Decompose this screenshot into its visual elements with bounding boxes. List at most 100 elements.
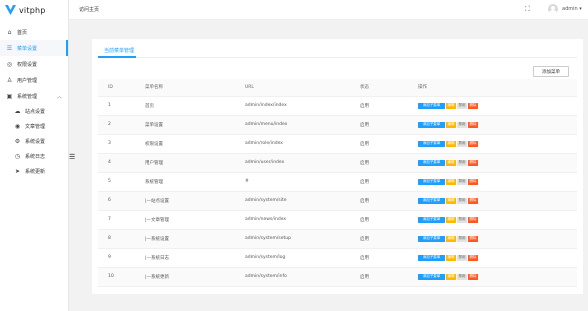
edit-button[interactable]: 编辑 — [446, 178, 456, 185]
sidebar-item-label: 系统设置 — [25, 139, 46, 145]
cell-id: 6 — [98, 191, 145, 211]
disable-button[interactable]: 禁用 — [457, 178, 467, 185]
tab-home[interactable]: 访问主页 — [79, 6, 99, 13]
disable-button[interactable]: 禁用 — [457, 121, 467, 128]
cell-actions: 添加子菜单 编辑 禁用 删除 — [418, 191, 577, 211]
cell-actions: 添加子菜单 编辑 禁用 删除 — [418, 96, 577, 116]
brand[interactable]: vitphp — [0, 0, 68, 20]
add-child-button[interactable]: 添加子菜单 — [418, 216, 445, 223]
cell-status: 启用 — [360, 172, 418, 192]
divider — [98, 57, 577, 58]
sidebar-subitem-4[interactable]: ➤ 系统更新 — [4, 164, 68, 179]
edit-button[interactable]: 编辑 — [446, 102, 456, 109]
sidebar-item-1[interactable]: ☰ 菜单设置 — [0, 40, 68, 56]
add-child-button[interactable]: 添加子菜单 — [418, 254, 445, 261]
cell-name: |—站点设置 — [145, 191, 245, 211]
edit-button[interactable]: 编辑 — [446, 121, 456, 128]
table-row: 2 菜单设置 admin/menu/index 启用 添加子菜单 编辑 禁用 删除 — [98, 115, 577, 135]
cell-url: admin/system/info — [245, 267, 360, 287]
delete-button[interactable]: 删除 — [468, 273, 478, 280]
table-row: 7 |—文章管理 admin/news/index 启用 添加子菜单 编辑 禁用 删除 — [98, 210, 577, 230]
add-child-button[interactable]: 添加子菜单 — [418, 159, 445, 166]
cell-status: 启用 — [360, 115, 418, 135]
cell-status: 启用 — [360, 153, 418, 173]
disable-button[interactable]: 禁用 — [457, 254, 467, 261]
sidebar-item-0[interactable]: ⌂ 首页 — [0, 24, 68, 40]
row-actions: 添加子菜单 编辑 禁用 删除 — [418, 197, 577, 204]
sidebar-subitem-0[interactable]: ☁ 站点设置 — [4, 104, 68, 119]
delete-button[interactable]: 删除 — [468, 235, 478, 242]
add-child-button[interactable]: 添加子菜单 — [418, 121, 445, 128]
cell-id: 2 — [98, 115, 145, 135]
sidebar-item-3[interactable]: ♙ 用户管理 — [0, 72, 68, 88]
disable-button[interactable]: 禁用 — [457, 273, 467, 280]
row-actions: 添加子菜单 编辑 禁用 删除 — [418, 254, 577, 261]
cell-id: 5 — [98, 172, 145, 192]
edit-button[interactable]: 编辑 — [446, 159, 456, 166]
add-child-button[interactable]: 添加子菜单 — [418, 102, 445, 109]
delete-button[interactable]: 删除 — [468, 216, 478, 223]
delete-button[interactable]: 删除 — [468, 197, 478, 204]
avatar[interactable] — [548, 4, 558, 14]
sidebar-subitem-1[interactable]: ◉ 文章管理 — [4, 119, 68, 134]
disable-button[interactable]: 禁用 — [457, 140, 467, 147]
cell-id: 8 — [98, 229, 145, 249]
row-actions: 添加子菜单 编辑 禁用 删除 — [418, 140, 577, 147]
cell-actions: 添加子菜单 编辑 禁用 删除 — [418, 229, 577, 249]
sidebar-subitem-3[interactable]: ◷ 系统日志 — [4, 149, 68, 164]
sidebar-item-label: 用户管理 — [17, 77, 38, 84]
add-child-button[interactable]: 添加子菜单 — [418, 140, 445, 147]
user-menu[interactable]: admin ▾ — [562, 6, 582, 12]
app-name: vitphp — [19, 5, 46, 15]
delete-button[interactable]: 删除 — [468, 121, 478, 128]
add-menu-button[interactable]: 添加菜单 — [533, 66, 569, 77]
disable-button[interactable]: 禁用 — [457, 216, 467, 223]
chevron-up-icon: ︿ — [56, 93, 62, 100]
sidebar-item-2[interactable]: ◎ 权限设置 — [0, 56, 68, 72]
cell-actions: 添加子菜单 编辑 禁用 删除 — [418, 267, 577, 287]
row-actions: 添加子菜单 编辑 禁用 删除 — [418, 159, 577, 166]
sidebar-item-label: 站点设置 — [25, 109, 46, 115]
cell-status: 启用 — [360, 229, 418, 249]
sidebar-subitem-2[interactable]: ⚙ 系统设置 — [4, 134, 68, 149]
edit-button[interactable]: 编辑 — [446, 216, 456, 223]
topbar: 访问主页 ⛶ admin ▾ — [69, 0, 588, 20]
cell-url: admin/role/index — [245, 134, 360, 154]
tab-menu-manage[interactable]: 当前菜单管理 — [104, 47, 134, 54]
collapse-sidebar-icon[interactable]: ☰ — [69, 153, 75, 161]
sidebar-item-label: 首页 — [17, 29, 28, 36]
edit-button[interactable]: 编辑 — [446, 235, 456, 242]
edit-button[interactable]: 编辑 — [446, 197, 456, 204]
delete-button[interactable]: 删除 — [468, 178, 478, 185]
delete-button[interactable]: 删除 — [468, 102, 478, 109]
add-child-button[interactable]: 添加子菜单 — [418, 235, 445, 242]
edit-button[interactable]: 编辑 — [446, 140, 456, 147]
delete-button[interactable]: 删除 — [468, 159, 478, 166]
cell-id: 3 — [98, 134, 145, 154]
cell-id: 10 — [98, 267, 145, 287]
sidebar-item-4[interactable]: ▣ 系统管理 ︿ — [0, 88, 68, 104]
add-child-button[interactable]: 添加子菜单 — [418, 273, 445, 280]
fullscreen-icon[interactable]: ⛶ — [525, 5, 533, 13]
edit-button[interactable]: 编辑 — [446, 254, 456, 261]
cell-id: 1 — [98, 96, 145, 116]
cell-status: 启用 — [360, 134, 418, 154]
disable-button[interactable]: 禁用 — [457, 235, 467, 242]
cell-url: admin/system/site — [245, 191, 360, 211]
disable-button[interactable]: 禁用 — [457, 159, 467, 166]
disable-button[interactable]: 禁用 — [457, 197, 467, 204]
table-row: 8 |—系统设置 admin/system/setup 启用 添加子菜单 编辑 禁用 删除 — [98, 229, 577, 249]
sidebar-submenu: ☁ 站点设置 ◉ 文章管理 ⚙ 系统设置 ◷ 系统日志 ➤ 系统更新 — [0, 104, 68, 179]
delete-button[interactable]: 删除 — [468, 140, 478, 147]
add-child-button[interactable]: 添加子菜单 — [418, 197, 445, 204]
delete-button[interactable]: 删除 — [468, 254, 478, 261]
system-icon: ▣ — [6, 92, 13, 100]
user-icon: ♙ — [6, 76, 13, 84]
disable-button[interactable]: 禁用 — [457, 102, 467, 109]
edit-button[interactable]: 编辑 — [446, 273, 456, 280]
cloud-icon: ☁ — [14, 108, 21, 115]
cell-url: admin/user/index — [245, 153, 360, 173]
row-actions: 添加子菜单 编辑 禁用 删除 — [418, 235, 577, 242]
cell-name: 菜单设置 — [145, 115, 245, 135]
add-child-button[interactable]: 添加子菜单 — [418, 178, 445, 185]
